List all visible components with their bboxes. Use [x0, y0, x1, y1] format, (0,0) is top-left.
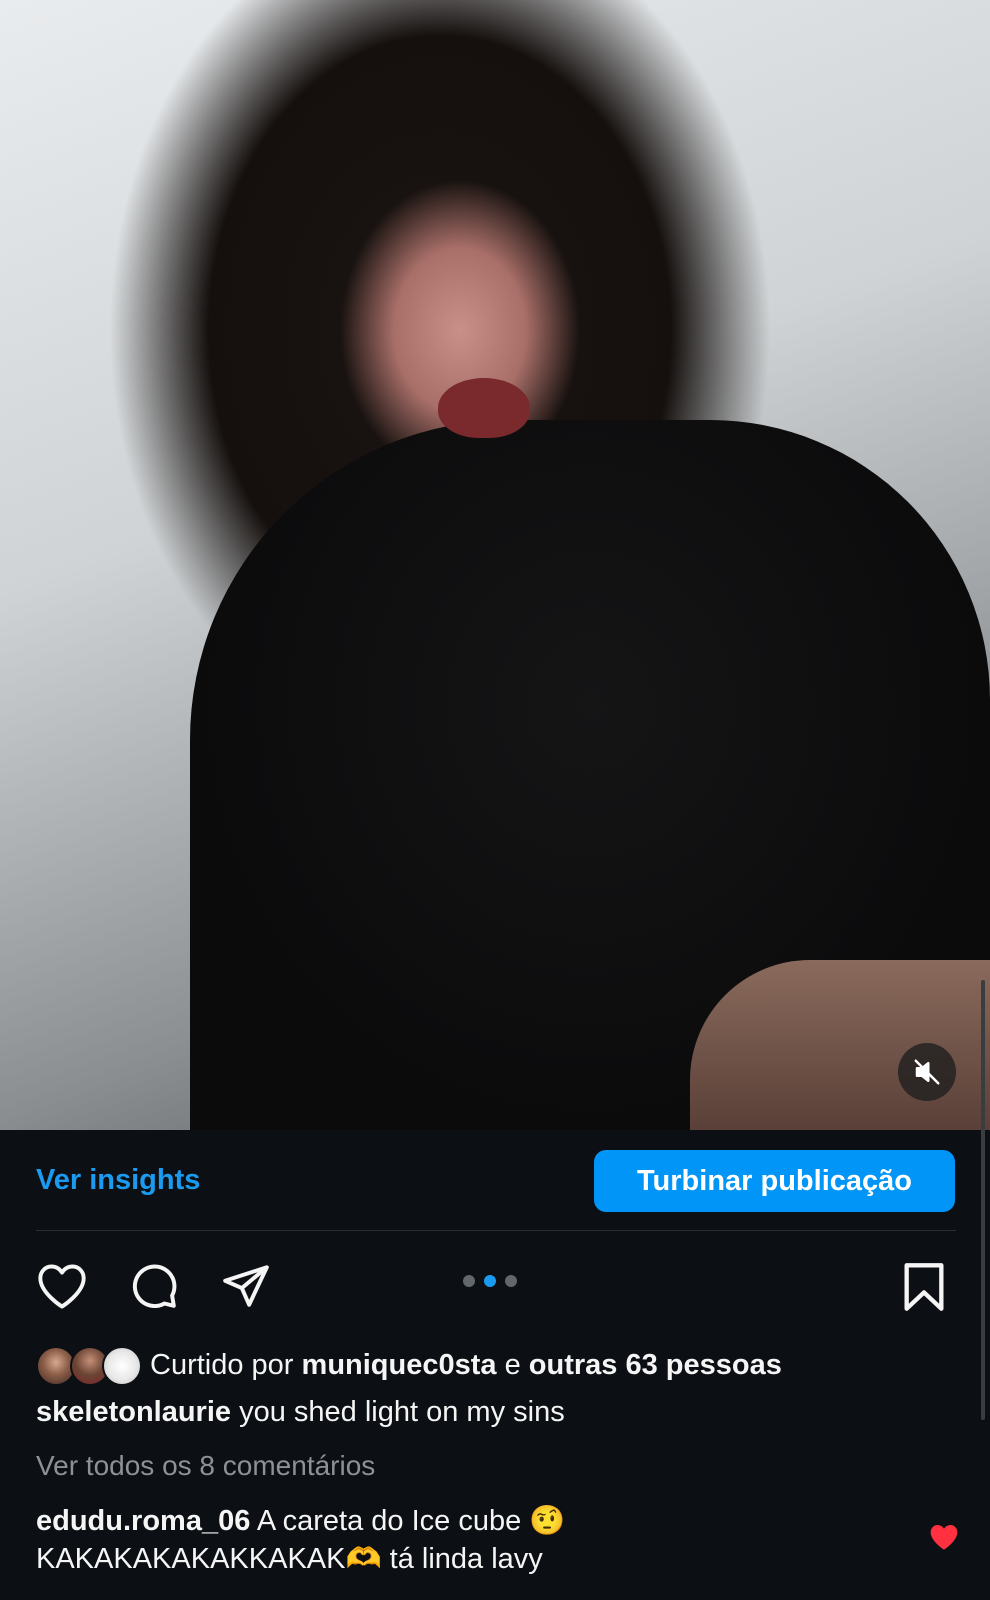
caption-username-link[interactable]: skeletonlaurie: [36, 1396, 231, 1428]
heart-filled-icon: [930, 1525, 958, 1550]
liked-by-prefix: Curtido por: [150, 1348, 294, 1381]
boost-post-label: Turbinar publicação: [636, 1164, 912, 1197]
liker-avatars: [36, 1346, 142, 1386]
boost-post-button[interactable]: Turbinar publicação: [594, 1150, 955, 1212]
liked-by-others-link[interactable]: outras 63 pessoas: [529, 1349, 782, 1382]
photo-lips-shape: [438, 378, 530, 438]
carousel-dot-active: [484, 1275, 496, 1287]
caption-text: you shed light on my sins: [239, 1396, 565, 1428]
paper-plane-icon: [223, 1265, 269, 1307]
carousel-dot: [463, 1275, 475, 1287]
comment-username-link[interactable]: edudu.roma_06: [36, 1505, 250, 1537]
comment-button[interactable]: [126, 1258, 182, 1314]
view-insights-link[interactable]: Ver insights: [36, 1164, 200, 1197]
view-all-comments-link[interactable]: Ver todos os 8 comentários: [36, 1450, 375, 1482]
share-button[interactable]: [218, 1258, 274, 1314]
photo-arm-shape: [690, 960, 990, 1130]
carousel-dot: [505, 1275, 517, 1287]
likes-summary[interactable]: Curtido por muniquec0sta e outras 63 pes…: [36, 1346, 782, 1386]
post-photo[interactable]: [0, 0, 990, 1130]
comment-text-line2: KAKAKAKAKAKKAKAK🫶 tá linda lavy: [36, 1543, 543, 1575]
speaker-muted-icon: [914, 1059, 940, 1085]
post-caption: skeletonlaurie you shed light on my sins: [36, 1396, 565, 1429]
comment-text-line1: A careta do Ice cube 🤨: [256, 1505, 566, 1537]
scrollbar[interactable]: [981, 980, 985, 1420]
liked-by-connector: e: [504, 1348, 521, 1381]
bookmark-icon: [904, 1263, 944, 1311]
liked-by-user-link[interactable]: muniquec0sta: [302, 1349, 497, 1382]
divider: [36, 1230, 956, 1231]
comment-like-button[interactable]: [928, 1522, 960, 1552]
comment-item: edudu.roma_06 A careta do Ice cube 🤨 KAK…: [36, 1502, 896, 1578]
save-button[interactable]: [898, 1258, 950, 1316]
mute-button[interactable]: [898, 1043, 956, 1101]
like-button[interactable]: [34, 1258, 90, 1314]
comment-bubble-icon: [132, 1264, 177, 1309]
heart-outline-icon: [38, 1264, 86, 1309]
carousel-indicator: [463, 1275, 517, 1287]
avatar: [102, 1346, 142, 1386]
